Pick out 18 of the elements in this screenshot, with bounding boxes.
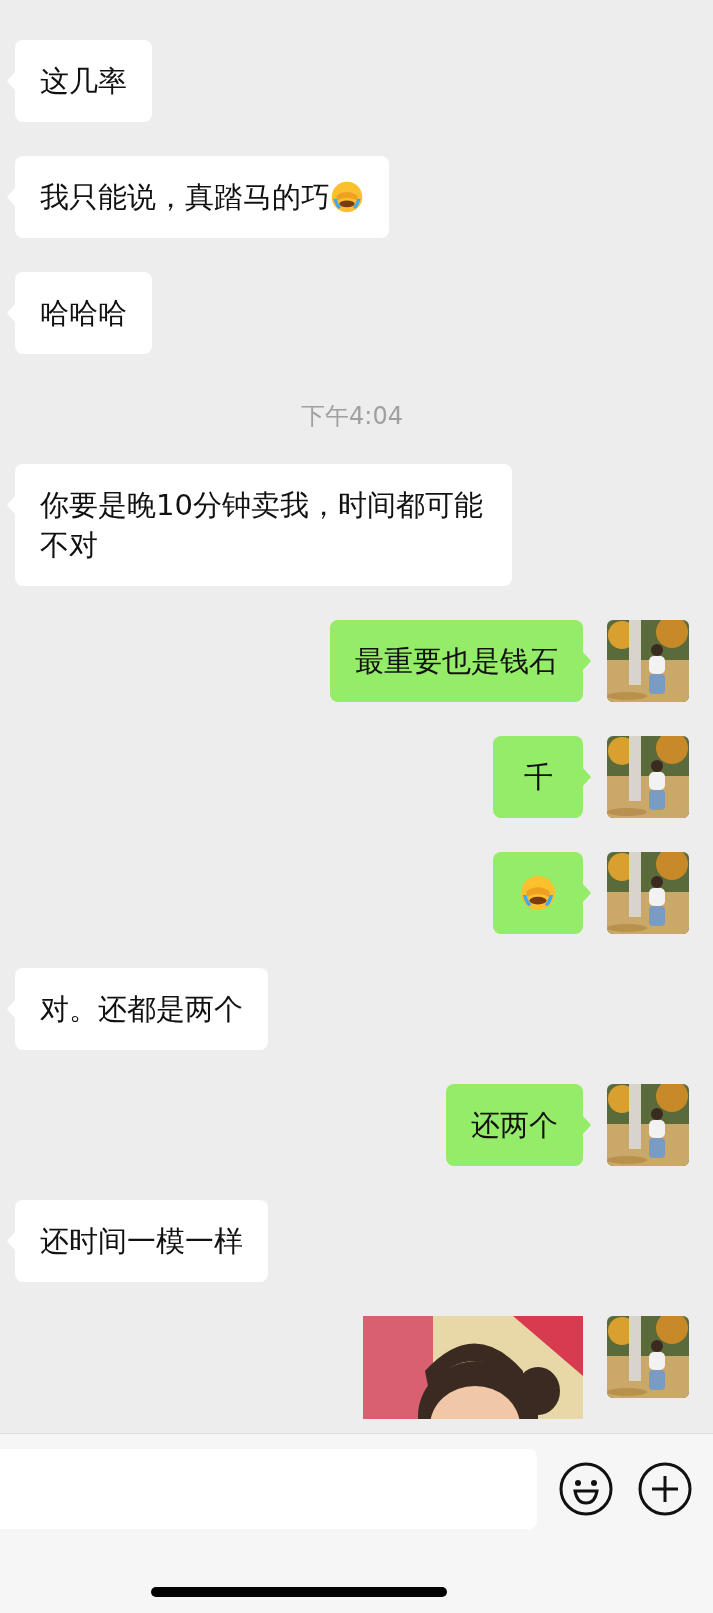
add-icon[interactable] [638,1462,692,1516]
message-text: 最重要也是钱石 [355,643,558,680]
facepalm-emoji-icon [519,874,557,912]
emoji-icon[interactable] [559,1462,613,1516]
message-text: 对。还都是两个 [40,991,243,1028]
message-text: 这几率 [40,63,127,100]
message-text: 你要是晚10分钟卖我，时间都可能不对 [40,487,484,564]
bubble-tail-icon [583,884,591,902]
message-text: 还时间一模一样 [40,1223,243,1260]
timestamp: 下午4:04 [301,401,403,432]
bubble-tail-icon [583,652,591,670]
message-text: 还两个 [471,1107,558,1144]
message-text: 哈哈哈 [40,295,127,332]
message-text: 我只能说，真踏马的巧 [40,179,330,216]
facepalm-emoji-icon [330,180,364,214]
bubble-tail-icon [583,1116,591,1134]
message-text: 千 [523,759,553,796]
bubble-tail-icon [583,768,591,786]
